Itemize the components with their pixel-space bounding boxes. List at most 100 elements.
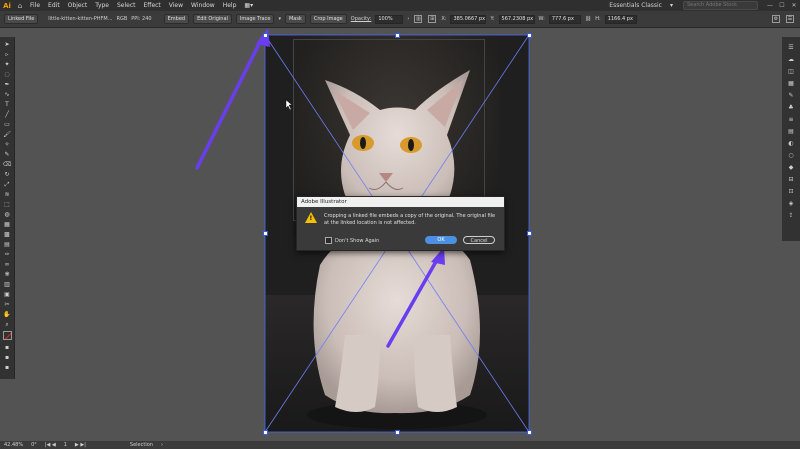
transform-icon[interactable]: ⊡ (787, 187, 796, 196)
appearance-icon[interactable]: ○ (787, 151, 796, 160)
opacity-field[interactable]: 100% (375, 14, 404, 24)
graphic-styles-icon[interactable]: ◆ (787, 163, 796, 172)
slice-icon[interactable]: ✂ (3, 300, 12, 309)
image-trace-dropdown-icon[interactable]: ▾ (278, 16, 281, 22)
magic-wand-icon[interactable]: ✦ (3, 60, 12, 69)
cancel-button[interactable]: Cancel (463, 236, 495, 244)
artboard-nav-icon[interactable]: |◀ ◀ (45, 442, 56, 448)
handle-bottom-left[interactable] (263, 430, 268, 435)
line-icon[interactable]: ╱ (3, 110, 12, 119)
width-icon[interactable]: ≋ (3, 190, 12, 199)
chevron-down-icon[interactable]: ▾ (666, 2, 677, 9)
fill-stroke-swatch[interactable] (2, 331, 12, 340)
ok-button[interactable]: OK (425, 236, 457, 244)
perspective-icon[interactable]: ▦ (3, 220, 12, 229)
swatches-icon[interactable]: ▦ (787, 79, 796, 88)
rectangle-icon[interactable]: ▭ (3, 120, 12, 129)
stroke-icon[interactable]: ≡ (787, 115, 796, 124)
artboard-icon[interactable]: ▣ (3, 290, 12, 299)
x-field[interactable]: 385.0667 px (450, 14, 487, 24)
pathfinder-icon[interactable]: ◈ (787, 199, 796, 208)
properties-icon[interactable]: ☰ (787, 43, 796, 52)
menu-window[interactable]: Window (187, 2, 219, 9)
opacity-chevron-icon[interactable]: › (407, 16, 409, 22)
y-field[interactable]: 567.2308 px (498, 14, 535, 24)
rotate-icon[interactable]: ↻ (3, 170, 12, 179)
arrange-documents-icon[interactable]: ▦▾ (240, 2, 257, 9)
align-icon[interactable]: ⊟ (787, 175, 796, 184)
blend-icon[interactable]: ∞ (3, 260, 12, 269)
edit-toolbar-icon[interactable]: ▪ (3, 363, 12, 372)
pen-icon[interactable]: ✒ (3, 80, 12, 89)
handle-top-right[interactable] (527, 33, 532, 38)
handle-middle-left[interactable] (263, 231, 268, 236)
handle-top-middle[interactable] (395, 33, 400, 38)
handle-bottom-middle[interactable] (395, 430, 400, 435)
menu-file[interactable]: File (26, 2, 44, 9)
shape-builder-icon[interactable]: ◍ (3, 210, 12, 219)
selection-icon[interactable]: ➤ (3, 40, 12, 49)
menu-effect[interactable]: Effect (140, 2, 165, 9)
menu-edit[interactable]: Edit (44, 2, 64, 9)
paintbrush-icon[interactable]: 🖌 (3, 130, 12, 139)
curvature-icon[interactable]: ∿ (3, 90, 12, 99)
direct-selection-icon[interactable]: ▹ (3, 50, 12, 59)
free-transform-icon[interactable]: ⬚ (3, 200, 12, 209)
eyedropper-icon[interactable]: ✑ (3, 250, 12, 259)
pencil-icon[interactable]: ✎ (3, 150, 12, 159)
symbol-sprayer-icon[interactable]: ❋ (3, 270, 12, 279)
eraser-icon[interactable]: ⌫ (3, 160, 12, 169)
rotation-angle[interactable]: 0° (31, 442, 37, 448)
handle-middle-right[interactable] (527, 231, 532, 236)
brushes-icon[interactable]: ✎ (787, 91, 796, 100)
lasso-icon[interactable]: ◌ (3, 70, 12, 79)
dont-show-again[interactable]: Don't Show Again (325, 237, 379, 244)
status-chevron-icon[interactable]: › (161, 442, 163, 448)
gradient-icon[interactable]: ▤ (3, 240, 12, 249)
mask-button[interactable]: Mask (284, 14, 306, 24)
linked-file-name[interactable]: little-kitten-kitten-PHFM... (48, 16, 112, 22)
artboard-number[interactable]: 1 (64, 442, 67, 448)
transparency-icon[interactable]: ◐ (787, 139, 796, 148)
graph-icon[interactable]: ▥ (3, 280, 12, 289)
home-icon[interactable]: ⌂ (14, 2, 26, 10)
handle-bottom-right[interactable] (527, 430, 532, 435)
workspace-switcher[interactable]: Essentials Classic (605, 2, 666, 9)
embed-button[interactable]: Embed (163, 14, 190, 24)
edit-original-button[interactable]: Edit Original (193, 14, 232, 24)
export-icon[interactable]: ⇪ (787, 211, 796, 220)
zoom-level[interactable]: 42.48% (4, 442, 23, 448)
artboard-nav-next-icon[interactable]: ▶ ▶| (75, 442, 86, 448)
menu-type[interactable]: Type (91, 2, 113, 9)
type-icon[interactable]: T (3, 100, 12, 109)
h-field[interactable]: 1166.4 px (604, 14, 637, 24)
w-field[interactable]: 777.6 px (548, 14, 581, 24)
shaper-icon[interactable]: ✧ (3, 140, 12, 149)
link-icon[interactable]: ⛓ (585, 16, 591, 22)
handle-top-left[interactable] (263, 33, 268, 38)
linked-file-button[interactable]: Linked File (4, 14, 39, 24)
mesh-icon[interactable]: ▩ (3, 230, 12, 239)
crop-image-button[interactable]: Crop Image (309, 14, 347, 24)
transform-menu-icon[interactable]: ☰ (786, 15, 794, 23)
hand-icon[interactable]: ✋ (3, 310, 12, 319)
dont-show-again-checkbox[interactable] (325, 237, 332, 244)
image-trace-button[interactable]: Image Trace (235, 14, 275, 24)
draw-mode-icon[interactable]: ▪ (3, 343, 12, 352)
screen-mode-icon[interactable]: ▪ (3, 353, 12, 362)
menu-help[interactable]: Help (219, 2, 241, 9)
minimize-icon[interactable]: — (764, 2, 776, 9)
close-icon[interactable]: ✕ (788, 2, 800, 9)
libraries-icon[interactable]: ☁ (787, 55, 796, 64)
stock-search-input[interactable]: Search Adobe Stock (683, 1, 758, 10)
maximize-icon[interactable]: ☐ (776, 2, 788, 9)
scale-icon[interactable]: ⤢ (3, 180, 12, 189)
menu-object[interactable]: Object (64, 2, 92, 9)
zoom-icon[interactable]: ⌕ (3, 320, 12, 329)
symbols-icon[interactable]: ♣ (787, 103, 796, 112)
menu-view[interactable]: View (165, 2, 187, 9)
reference-point-icon[interactable]: ⊞ (428, 15, 437, 23)
align-to-icon[interactable]: ▥ (414, 15, 423, 23)
layers-icon[interactable]: ◫ (787, 67, 796, 76)
transform-options-icon[interactable]: ⚙ (772, 15, 780, 23)
